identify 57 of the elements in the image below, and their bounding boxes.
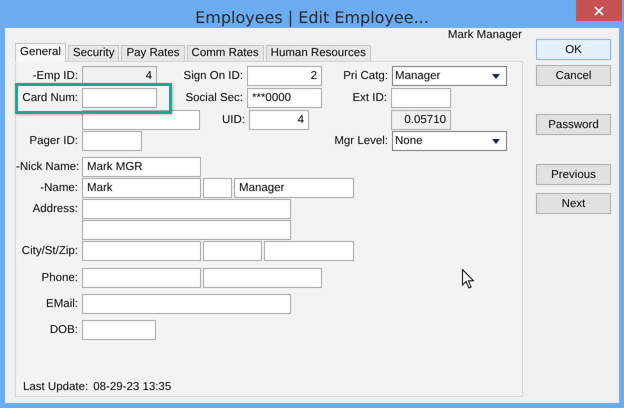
caret-icon — [492, 74, 500, 78]
input-field[interactable]: ***0000 — [247, 88, 322, 108]
input-field[interactable] — [82, 131, 142, 151]
input-field[interactable] — [264, 241, 354, 261]
field-label: Pri Catg: — [342, 70, 388, 82]
window-title: Employees | Edit Employee... — [195, 6, 429, 26]
user-name: Mark Manager — [448, 28, 523, 43]
tab[interactable]: Comm Rates — [186, 45, 264, 61]
field-label: Sign On ID: — [182, 70, 243, 82]
tab[interactable]: General — [15, 43, 66, 62]
field-label: City/St/Zip: — [20, 245, 78, 257]
last-update-value: 08-29-23 13:35 — [93, 381, 172, 393]
input-field[interactable] — [82, 294, 291, 314]
field-label: Address: — [32, 203, 78, 215]
field-label: Social Sec: — [184, 92, 243, 104]
input-field[interactable] — [82, 241, 201, 261]
dialog-button[interactable]: OK — [536, 39, 611, 60]
dialog-button[interactable]: Previous — [536, 164, 611, 185]
input-field[interactable] — [82, 268, 201, 288]
dialog-button[interactable]: Password — [536, 114, 611, 135]
input-field[interactable]: 0.05710 — [391, 110, 451, 130]
input-field[interactable] — [82, 88, 157, 108]
input-field[interactable] — [82, 220, 291, 240]
dialog-button[interactable]: Cancel — [536, 65, 611, 86]
input-field[interactable] — [203, 268, 322, 288]
input-field[interactable] — [203, 241, 262, 261]
input-field[interactable]: Mark — [82, 178, 201, 198]
field-label: -Emp ID: — [32, 70, 78, 82]
tab[interactable]: Human Resources — [266, 45, 371, 61]
input-field[interactable] — [82, 320, 156, 340]
input-field[interactable]: 4 — [249, 110, 309, 130]
input-field[interactable]: Mark MGR — [82, 157, 201, 177]
dialog-button[interactable]: Next — [536, 193, 611, 214]
field-label: Phone: — [40, 272, 78, 284]
field-label: Ext ID: — [351, 92, 387, 104]
tab[interactable]: Pay Rates — [121, 45, 185, 61]
last-update-label: Last Update: — [23, 381, 88, 393]
dropdown[interactable]: None — [392, 131, 507, 151]
field-label: UID: — [221, 114, 245, 126]
field-label: -Name: — [39, 182, 78, 194]
field-label: -Nick Name: — [16, 161, 78, 173]
input-field[interactable]: Manager — [234, 178, 354, 198]
close-icon — [594, 6, 604, 16]
field-label: EMail: — [45, 298, 78, 310]
input-field[interactable] — [203, 178, 232, 198]
field-label: Mgr Level: — [333, 135, 388, 147]
field-label: Pager ID: — [28, 135, 78, 147]
input-field[interactable]: 2 — [247, 66, 322, 86]
close-button[interactable] — [576, 0, 622, 21]
caret-icon — [492, 138, 500, 144]
tab[interactable]: Security — [68, 45, 120, 61]
cursor-icon — [462, 269, 474, 289]
field-label: DOB: — [48, 324, 78, 336]
field-label: Card Num: — [21, 92, 78, 104]
dropdown[interactable]: Manager — [392, 66, 507, 86]
input-field[interactable] — [391, 88, 451, 108]
input-field[interactable] — [82, 199, 291, 219]
